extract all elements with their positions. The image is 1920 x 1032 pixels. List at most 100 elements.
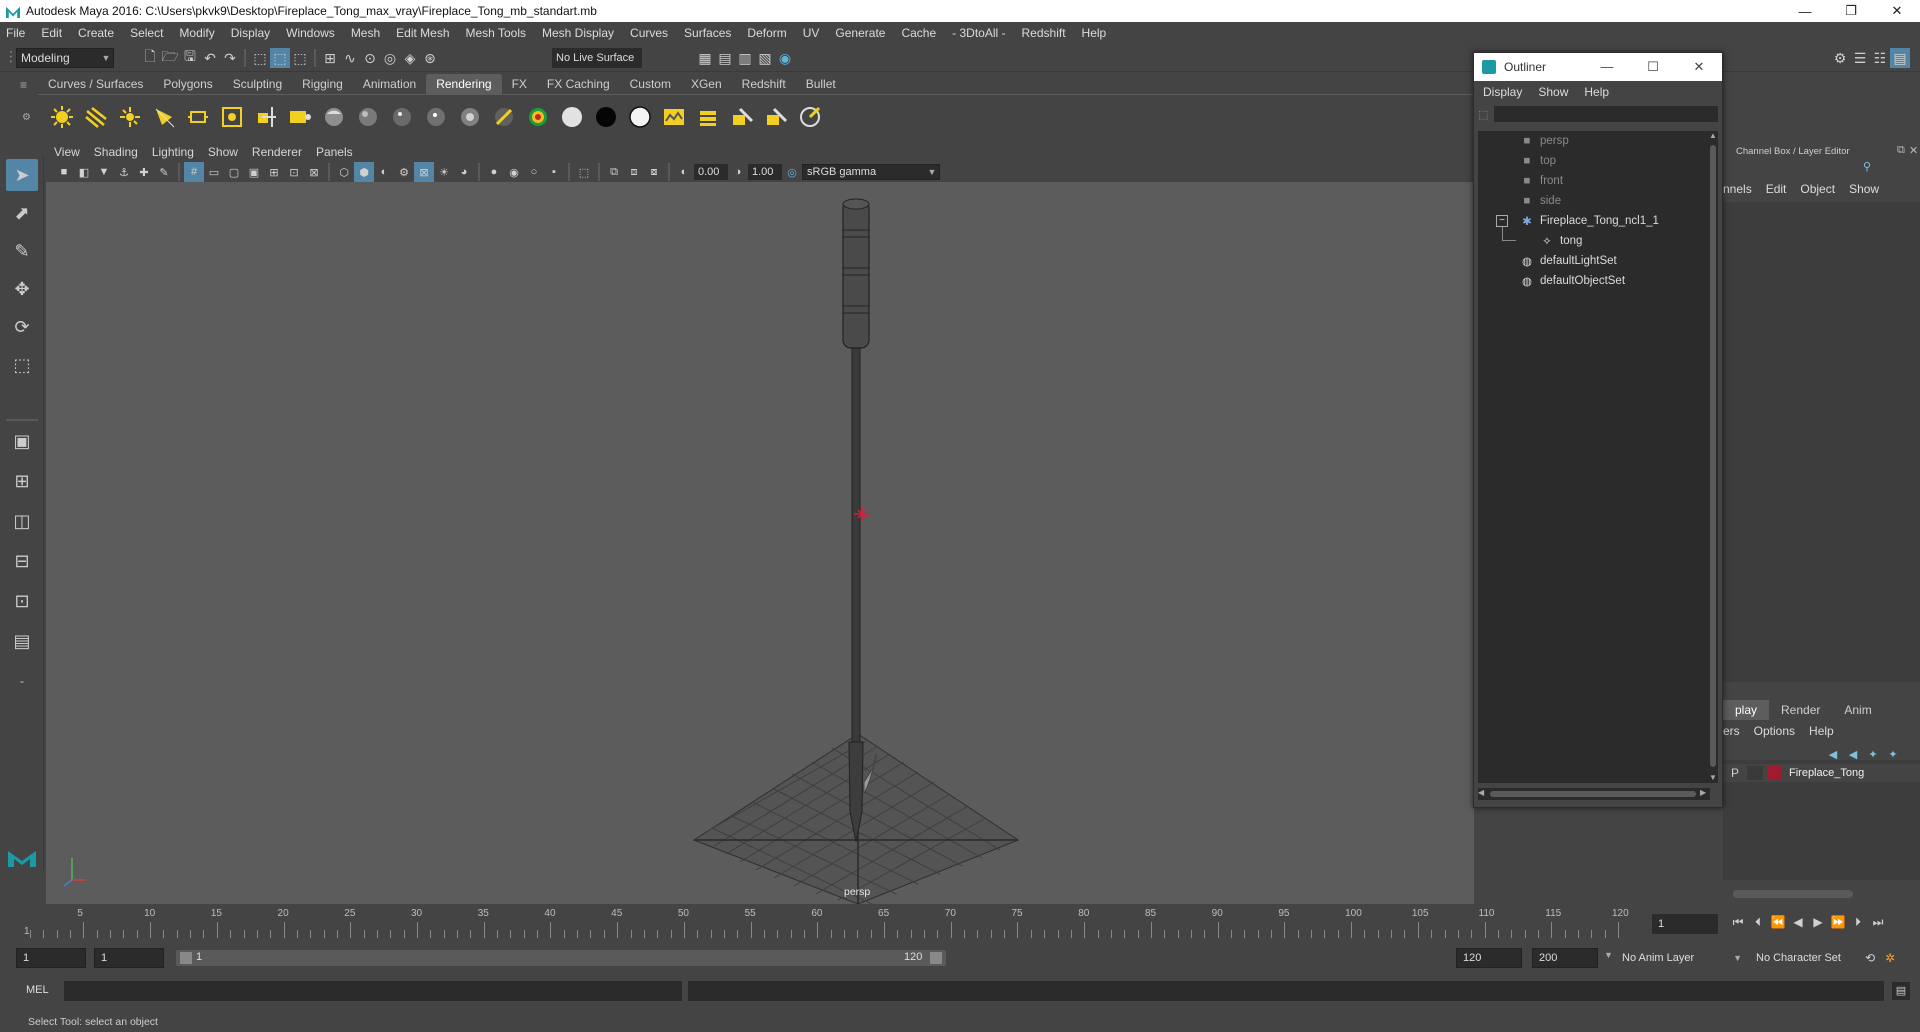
le-menu-help[interactable]: Help	[1809, 724, 1834, 738]
menu-curves[interactable]: Curves	[630, 26, 668, 40]
film-gate-icon[interactable]: ▭	[204, 162, 224, 182]
vp-menu-view[interactable]: View	[54, 145, 80, 159]
use-all-lights-icon[interactable]: ☀	[434, 162, 454, 182]
shader-layered-icon[interactable]	[490, 103, 518, 131]
exposure-field[interactable]: 0.00	[694, 164, 728, 180]
layer-name[interactable]: Fireplace_Tong	[1789, 767, 1864, 779]
gamma-icon[interactable]: ◑	[728, 162, 748, 182]
camera-aim-icon[interactable]	[286, 103, 314, 131]
cb-menu-object[interactable]: Object	[1800, 182, 1835, 196]
menu-deform[interactable]: Deform	[747, 26, 786, 40]
render-settings-icon[interactable]: ▥	[735, 48, 755, 68]
cb-menu-show[interactable]: Show	[1849, 182, 1879, 196]
depth-of-field-icon[interactable]: ▪	[544, 162, 564, 182]
tab-bullet[interactable]: Bullet	[796, 74, 846, 94]
spot-light-icon[interactable]	[150, 103, 178, 131]
grease-pencil-icon[interactable]: ✎	[154, 162, 174, 182]
single-view-layout-icon[interactable]: ▣	[6, 425, 38, 457]
step-back-frame-icon[interactable]: ⏪	[1768, 912, 1788, 932]
vp-menu-panels[interactable]: Panels	[316, 145, 353, 159]
menu-edit[interactable]: Edit	[41, 26, 62, 40]
select-tool-icon[interactable]: ➤	[6, 159, 38, 191]
render-view-icon[interactable]: ◉	[775, 48, 795, 68]
outliner-menu-help[interactable]: Help	[1584, 85, 1609, 99]
color-management-icon[interactable]: ◎	[782, 162, 802, 182]
outliner-item-defaultlightset[interactable]: ◍ defaultLightSet	[1520, 251, 1617, 271]
lasso-tool-icon[interactable]: ⬈	[6, 197, 38, 229]
outliner-horizontal-scrollbar[interactable]: ◀ ▶	[1478, 788, 1710, 800]
grid-toggle-icon[interactable]: #	[184, 162, 204, 182]
menu-display[interactable]: Display	[231, 26, 270, 40]
bookmark-icon[interactable]: ▼	[94, 162, 114, 182]
outliner-item-defaultobjectset[interactable]: ◍ defaultObjectSet	[1520, 271, 1625, 291]
maximize-button[interactable]: ❐	[1828, 0, 1874, 22]
shaded-wireframe-icon[interactable]: ◐	[374, 162, 394, 182]
vp-menu-show[interactable]: Show	[208, 145, 238, 159]
redo-icon[interactable]: ↷	[220, 48, 240, 68]
command-input[interactable]	[64, 981, 682, 1001]
range-start-handle[interactable]	[180, 952, 192, 964]
scroll-left-icon[interactable]: ◀	[1478, 788, 1488, 800]
directional-light-icon[interactable]	[82, 103, 110, 131]
outliner-minimize-button[interactable]: —	[1584, 59, 1630, 75]
tab-rigging[interactable]: Rigging	[292, 74, 353, 94]
range-bar[interactable]: 1 120	[176, 950, 946, 966]
character-set-dropdown[interactable]: No Character Set	[1750, 948, 1870, 968]
perspective-viewport[interactable]: persp	[46, 182, 1474, 904]
gate-mask-icon[interactable]: ▣	[244, 162, 264, 182]
scroll-down-icon[interactable]: ▼	[1708, 773, 1718, 783]
volume-light-icon[interactable]	[218, 103, 246, 131]
outliner-item-group[interactable]: − ✱ Fireplace_Tong_ncl1_1	[1496, 211, 1659, 231]
vp-menu-shading[interactable]: Shading	[94, 145, 138, 159]
layer-reference-toggle[interactable]	[1747, 766, 1763, 780]
filter-icon[interactable]: ⬚	[1478, 108, 1488, 121]
field-chart-icon[interactable]: ⊞	[264, 162, 284, 182]
playback-start-field[interactable]: 1	[94, 948, 164, 968]
render-batch-icon[interactable]	[694, 103, 722, 131]
ipr-icon[interactable]	[796, 103, 824, 131]
tab-xgen[interactable]: XGen	[681, 74, 732, 94]
outliner-item-side[interactable]: ■ side	[1520, 191, 1562, 211]
layer-row[interactable]: P Fireplace_Tong	[1723, 764, 1920, 782]
float-panel-icon[interactable]: ⧉	[1897, 144, 1905, 157]
snap-point-icon[interactable]: ⊙	[360, 48, 380, 68]
outliner-menu-show[interactable]: Show	[1538, 85, 1568, 99]
save-scene-icon[interactable]: 🖫	[180, 48, 200, 68]
auto-key-icon[interactable]: ⟲	[1860, 948, 1880, 968]
tab-polygons[interactable]: Polygons	[153, 74, 222, 94]
camera-light-icon[interactable]	[252, 103, 280, 131]
assign-material-icon[interactable]	[728, 103, 756, 131]
tab-sculpting[interactable]: Sculpting	[223, 74, 292, 94]
outliner-maximize-button[interactable]: ☐	[1630, 59, 1676, 75]
tab-custom[interactable]: Custom	[620, 74, 681, 94]
two-stack-layout-icon[interactable]: ⊟	[6, 545, 38, 577]
range-end-handle[interactable]	[930, 952, 942, 964]
outliner-persp-layout-icon[interactable]: ⊡	[6, 585, 38, 617]
tab-display[interactable]: play	[1723, 700, 1770, 720]
xray-joints-icon[interactable]: ⧉	[604, 162, 624, 182]
shader-blinn-icon[interactable]	[354, 103, 382, 131]
animation-prefs-icon[interactable]: ✲	[1880, 948, 1900, 968]
render-view-flag-icon[interactable]	[762, 103, 790, 131]
channel-box-icon[interactable]: ▤	[1890, 48, 1910, 68]
isolate-select-icon[interactable]: ⬚	[574, 162, 594, 182]
minimize-button[interactable]: —	[1782, 0, 1828, 22]
new-scene-icon[interactable]: 🗋	[140, 48, 160, 68]
motion-blur-icon[interactable]: ◉	[504, 162, 524, 182]
ambient-occlusion-icon[interactable]: ●	[484, 162, 504, 182]
collapse-toolbox-icon[interactable]: -	[6, 665, 38, 697]
make-live-icon[interactable]: ⊛	[420, 48, 440, 68]
move-tool-icon[interactable]: ✥	[6, 273, 38, 305]
scale-tool-icon[interactable]: ⬚	[6, 349, 38, 381]
step-forward-frame-icon[interactable]: ⏩	[1828, 912, 1848, 932]
go-to-end-icon[interactable]: ⏭	[1868, 912, 1888, 932]
step-back-key-icon[interactable]: ⏴	[1748, 912, 1768, 932]
tool-settings-icon[interactable]: ☷	[1870, 48, 1890, 68]
tab-anim[interactable]: Anim	[1832, 700, 1883, 720]
go-to-start-icon[interactable]: ⏮	[1728, 912, 1748, 932]
exposure-icon[interactable]: ◐	[674, 162, 694, 182]
scroll-up-icon[interactable]: ▲	[1708, 131, 1718, 141]
outliner-close-button[interactable]: ✕	[1676, 59, 1722, 75]
cb-menu-edit[interactable]: Edit	[1766, 182, 1787, 196]
vp-menu-lighting[interactable]: Lighting	[152, 145, 194, 159]
